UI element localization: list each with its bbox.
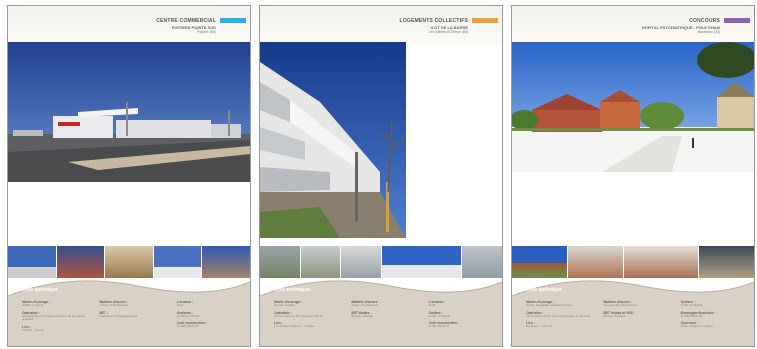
field-value: Vendée Habitat bbox=[274, 303, 295, 307]
field-value: 12 000 m² SHON bbox=[176, 313, 200, 318]
field-value: 2008 - Projet non retenu bbox=[680, 324, 714, 329]
project-location: Bordeaux (33) bbox=[697, 30, 720, 34]
brochure-page-shopping-center[interactable]: CENTRE COMMERCIAL POITIERS POINTE SUD Po… bbox=[7, 5, 251, 347]
field-value: 3 600 m² SHON bbox=[428, 313, 450, 318]
fiche-title: Fiche technique bbox=[20, 287, 59, 293]
field-value: Bureau d'études bbox=[351, 313, 374, 318]
field-value: Ingénierie & Développement bbox=[99, 313, 138, 318]
fiche-title: Fiche technique bbox=[524, 287, 563, 293]
category-title: CONCOURS bbox=[689, 18, 720, 24]
page-header: CONCOURS HOPITAL PSYCHIATRIQUE - PÔLE EH… bbox=[512, 6, 754, 44]
technical-sheet: Fiche technique Maître d'ouvrage : SARL L… bbox=[8, 278, 250, 346]
technical-sheet: Fiche technique Maître d'ouvrage : Centre… bbox=[512, 278, 754, 346]
field-value: 2010 bbox=[176, 303, 184, 307]
field-value: Groupement d'architectes bbox=[603, 303, 638, 307]
field-value: Construction de 48 logements PLUS bbox=[274, 313, 323, 318]
technical-sheet: Fiche technique Maître d'ouvrage : Vendée… bbox=[260, 278, 502, 346]
field-value: 2009 bbox=[428, 303, 436, 307]
category-title: CENTRE COMMERCIAL bbox=[156, 18, 216, 24]
field-value: 5 200 000 € HT bbox=[428, 324, 450, 329]
category-title: LOGEMENTS COLLECTIFS bbox=[399, 18, 468, 24]
field-value: Atelier d'architecture bbox=[351, 303, 379, 307]
main-photo bbox=[260, 42, 406, 238]
field-value: 14 000 000 € HT bbox=[176, 324, 200, 329]
category-color-tab bbox=[724, 18, 750, 23]
brochure-page-housing[interactable]: LOGEMENTS COLLECTIFS ILOT DE LA BARRE Le… bbox=[259, 5, 503, 347]
category-color-tab bbox=[220, 18, 246, 23]
field-value: Les Sables d'Olonne - Vendée bbox=[274, 324, 315, 329]
main-photo bbox=[512, 42, 754, 172]
field-value: 7 200 m² SHON bbox=[680, 303, 702, 307]
page-header: LOGEMENTS COLLECTIFS ILOT DE LA BARRE Le… bbox=[260, 6, 502, 44]
field-value: 11 500 000 € HT bbox=[680, 313, 703, 318]
category-color-tab bbox=[472, 18, 498, 23]
field-value: SARL Le Grand bbox=[22, 303, 44, 307]
project-location: Les Sables d'Olonne (85) bbox=[428, 30, 468, 34]
page-header: CENTRE COMMERCIAL POITIERS POINTE SUD Po… bbox=[8, 6, 250, 44]
field-value: Bordeaux - Gironde bbox=[526, 324, 553, 329]
brochure-page-competition[interactable]: CONCOURS HOPITAL PSYCHIATRIQUE - PÔLE EH… bbox=[511, 5, 755, 347]
field-value: Construction d'un hypermarché et de bout… bbox=[22, 313, 85, 322]
field-value: Centre Hospitalier Charles Perrens bbox=[526, 303, 573, 307]
project-location: Poitiers (86) bbox=[197, 30, 216, 34]
field-value: Construction d'une unité d'admission et … bbox=[526, 313, 591, 318]
field-value: Bureau d'études bbox=[603, 313, 626, 318]
main-photo bbox=[8, 42, 250, 182]
field-value: Cabinet d'architecture bbox=[99, 303, 129, 307]
fiche-title: Fiche technique bbox=[272, 287, 311, 293]
field-value: Poitiers - Vienne bbox=[22, 327, 44, 332]
